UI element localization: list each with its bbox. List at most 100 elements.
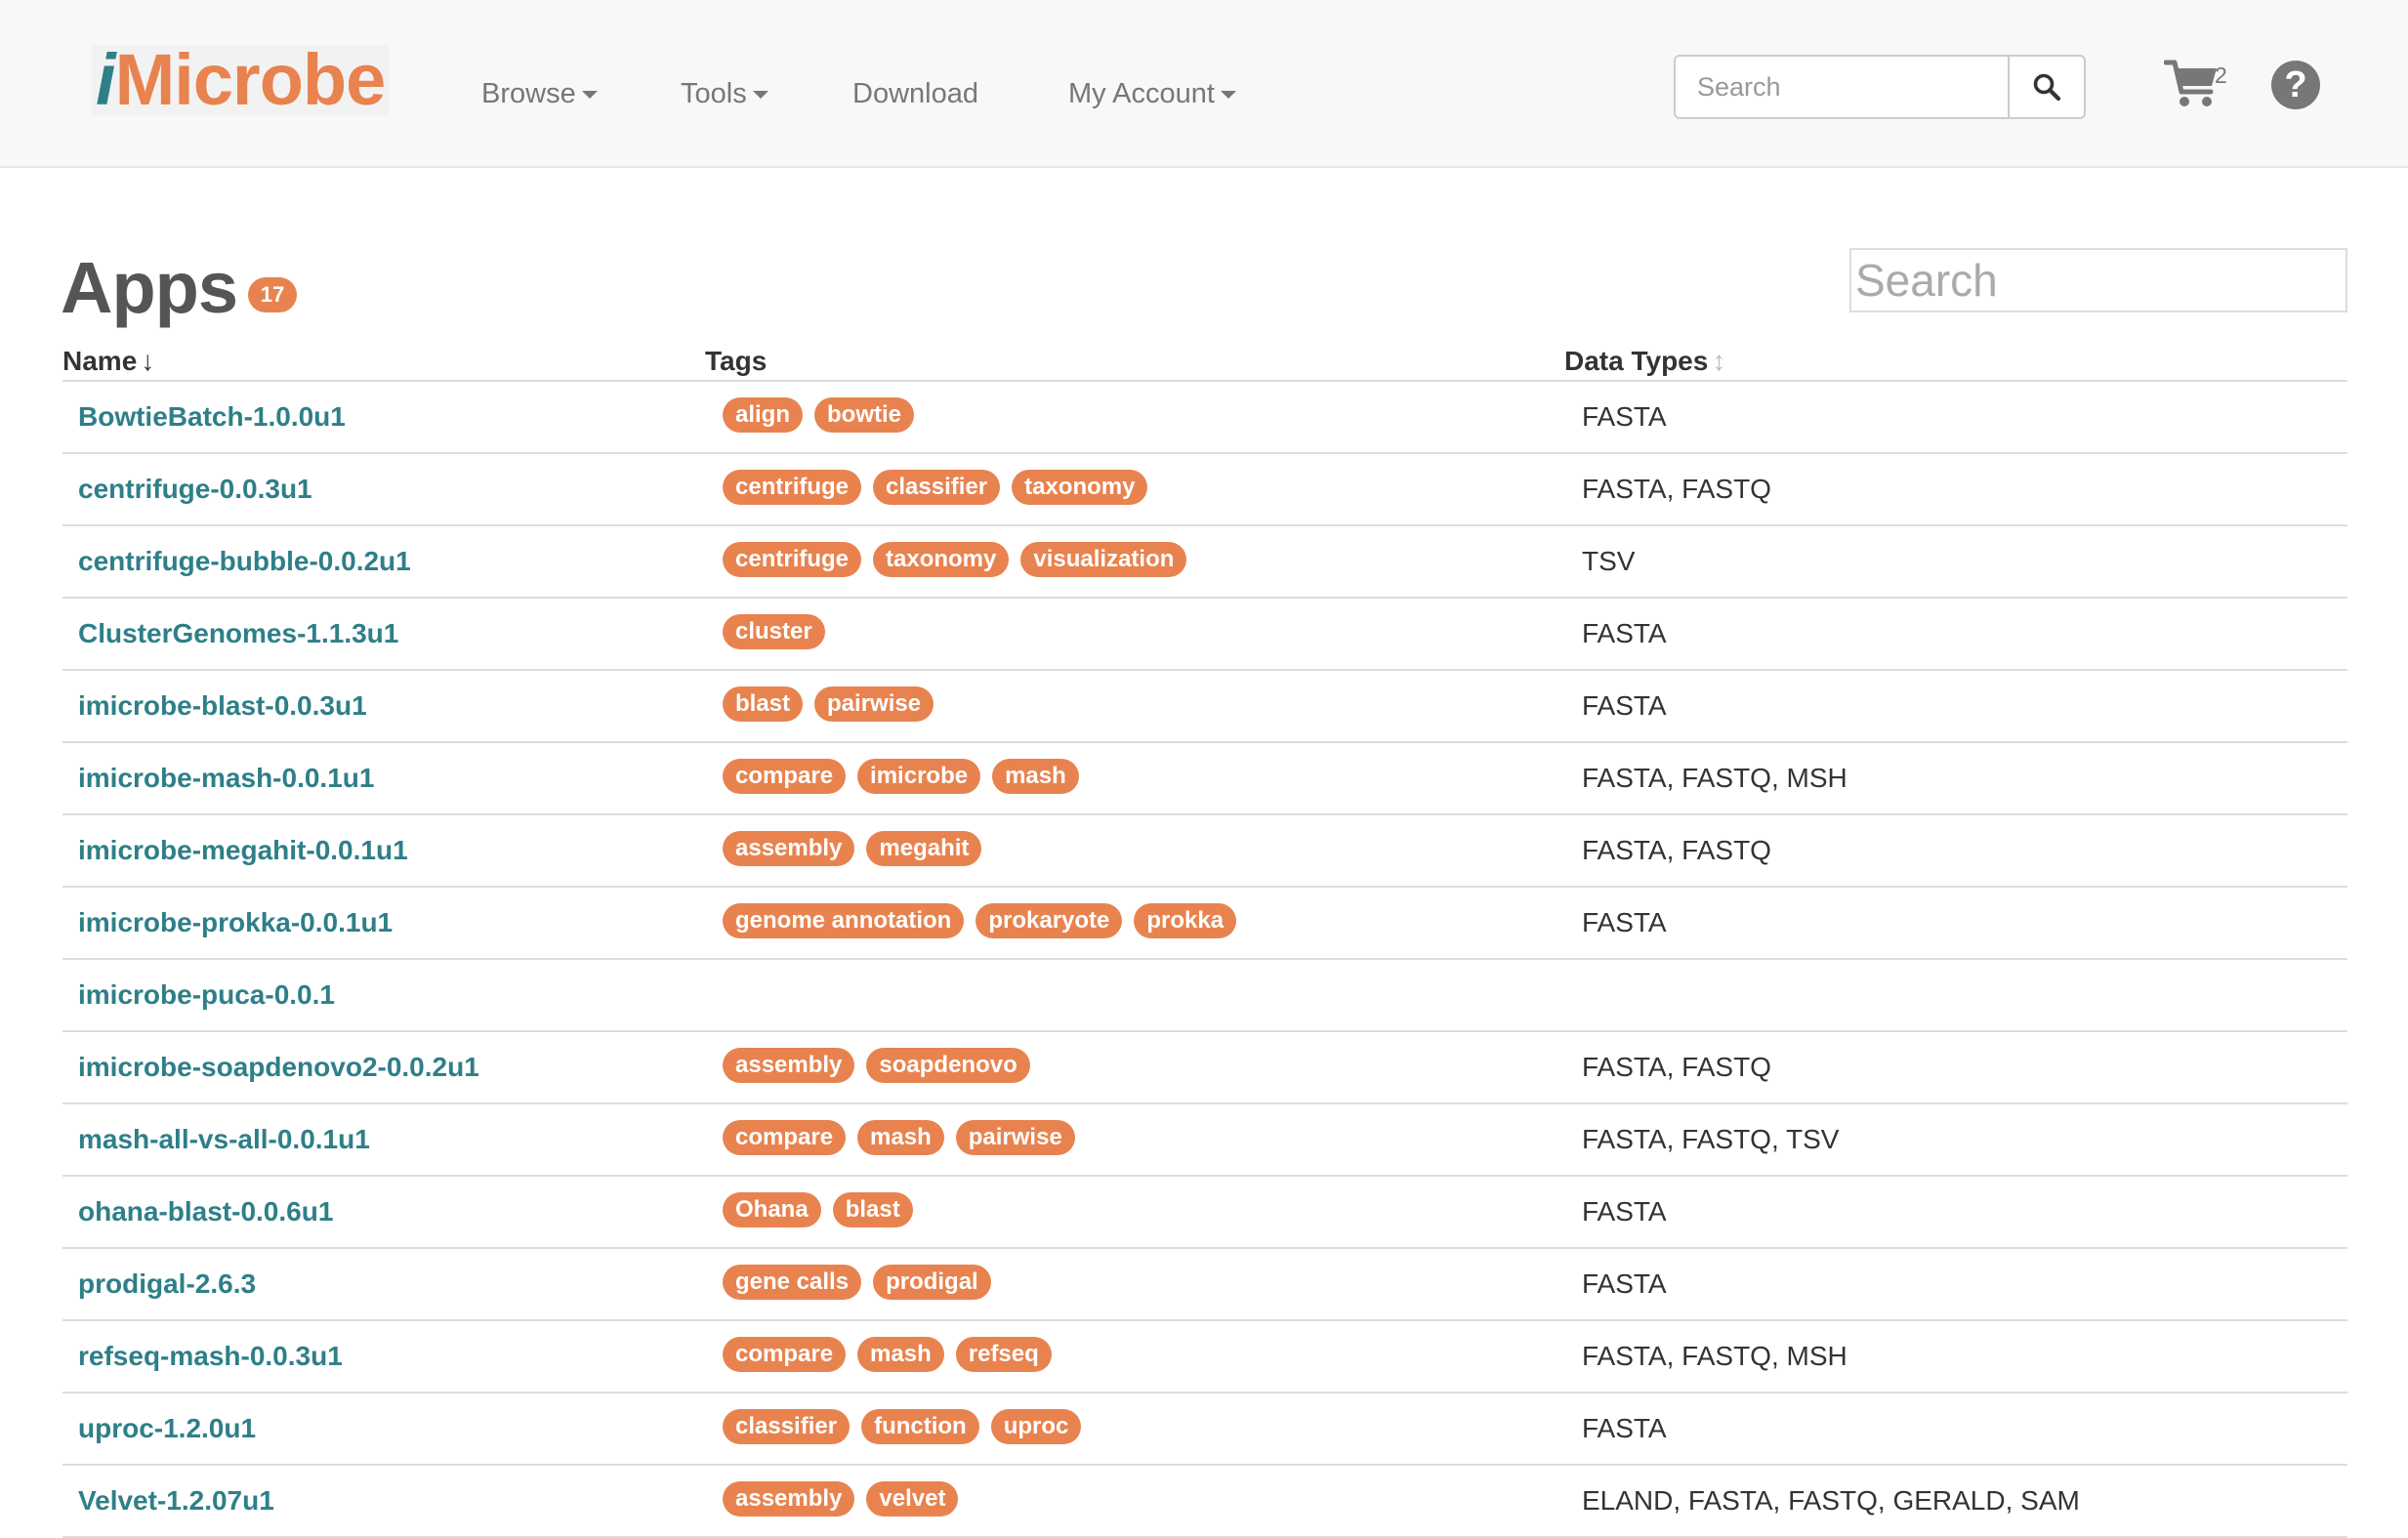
- tag-badge[interactable]: assembly: [723, 831, 855, 866]
- tag-badge[interactable]: Ohana: [723, 1192, 821, 1227]
- logo-text: Microbe: [114, 39, 387, 120]
- caret-down-icon: [1220, 91, 1236, 100]
- tag-badge[interactable]: uproc: [990, 1409, 1082, 1444]
- table-row: imicrobe-soapdenovo2-0.0.2u1 assembly soap…: [62, 1032, 2347, 1104]
- app-data-types: FASTA: [1582, 401, 1667, 432]
- app-data-types: FASTA: [1582, 690, 1667, 721]
- help-icon[interactable]: ?: [2271, 61, 2320, 109]
- tag-badge[interactable]: mash: [857, 1337, 944, 1372]
- navbar-search-input[interactable]: [1674, 55, 2010, 119]
- tag-badge[interactable]: mash: [857, 1120, 944, 1155]
- navbar-search-button[interactable]: [2008, 55, 2086, 119]
- table-row: Velvet-1.2.07u1 assembly velvet ELAND, FAST…: [62, 1466, 2347, 1538]
- app-name-link[interactable]: imicrobe-prokka-0.0.1u1: [78, 907, 393, 938]
- tag-badge[interactable]: gene calls: [723, 1265, 862, 1300]
- search-icon: [2033, 73, 2061, 102]
- tag-badge[interactable]: assembly: [723, 1048, 855, 1083]
- app-name-link[interactable]: ClusterGenomes-1.1.3u1: [78, 618, 398, 649]
- app-name-link[interactable]: imicrobe-megahit-0.0.1u1: [78, 835, 408, 866]
- table-row: ohana-blast-0.0.6u1 Ohana blast FASTA: [62, 1177, 2347, 1249]
- app-name-link[interactable]: ohana-blast-0.0.6u1: [78, 1196, 333, 1227]
- tag-badge[interactable]: pairwise: [955, 1120, 1075, 1155]
- tag-badge[interactable]: assembly: [723, 1481, 855, 1517]
- nav-download-label: Download: [852, 78, 978, 109]
- app-data-types: FASTA: [1582, 618, 1667, 648]
- app-data-types: FASTA, FASTQ: [1582, 1052, 1771, 1082]
- app-name-link[interactable]: imicrobe-soapdenovo2-0.0.2u1: [78, 1052, 479, 1083]
- app-name-link[interactable]: imicrobe-puca-0.0.1: [78, 979, 335, 1011]
- nav-tools-label: Tools: [681, 78, 747, 109]
- tag-badge[interactable]: prodigal: [873, 1265, 991, 1300]
- tag-badge[interactable]: taxonomy: [873, 542, 1010, 577]
- apps-count-badge: 17: [248, 277, 297, 312]
- app-name-link[interactable]: Velvet-1.2.07u1: [78, 1485, 274, 1517]
- nav-browse-dropdown[interactable]: Browse: [481, 74, 598, 113]
- app-name-link[interactable]: BowtieBatch-1.0.0u1: [78, 401, 346, 433]
- table-row: imicrobe-prokka-0.0.1u1 genome annotation…: [62, 888, 2347, 960]
- apps-table-body: BowtieBatch-1.0.0u1 align bowtie FASTA centr…: [62, 382, 2347, 1538]
- app-tags: classifier function uproc: [723, 1409, 1082, 1444]
- tag-badge[interactable]: prokka: [1134, 903, 1237, 938]
- nav-my-account-dropdown[interactable]: My Account: [1068, 74, 1236, 113]
- nav-tools-dropdown[interactable]: Tools: [681, 74, 768, 113]
- app-tags: assembly soapdenovo: [723, 1048, 1030, 1083]
- tag-badge[interactable]: pairwise: [814, 686, 934, 722]
- sort-descending-icon: ↓: [141, 346, 155, 376]
- app-data-types: FASTA: [1582, 907, 1667, 937]
- app-name-link[interactable]: centrifuge-bubble-0.0.2u1: [78, 546, 411, 577]
- tag-badge[interactable]: genome annotation: [723, 903, 965, 938]
- tag-badge[interactable]: imicrobe: [857, 759, 981, 794]
- table-row: mash-all-vs-all-0.0.1u1 compare mash pairwi…: [62, 1104, 2347, 1177]
- tag-badge[interactable]: cluster: [723, 614, 825, 649]
- tag-badge[interactable]: align: [723, 397, 804, 433]
- tag-badge[interactable]: centrifuge: [723, 470, 862, 505]
- app-tags: assembly velvet: [723, 1481, 959, 1517]
- tag-badge[interactable]: compare: [723, 1337, 847, 1372]
- column-header-tags-label: Tags: [705, 346, 768, 376]
- tag-badge[interactable]: soapdenovo: [866, 1048, 1030, 1083]
- app-data-types: ELAND, FASTA, FASTQ, GERALD, SAM: [1582, 1485, 2080, 1516]
- app-name-link[interactable]: refseq-mash-0.0.3u1: [78, 1341, 343, 1372]
- nav-my-account-label: My Account: [1068, 78, 1215, 109]
- tag-badge[interactable]: blast: [723, 686, 804, 722]
- app-tags: gene calls prodigal: [723, 1265, 991, 1300]
- tag-badge[interactable]: compare: [723, 1120, 847, 1155]
- table-row: prodigal-2.6.3 gene calls prodigal FASTA: [62, 1249, 2347, 1321]
- tag-badge[interactable]: centrifuge: [723, 542, 862, 577]
- app-tags: centrifuge taxonomy visualization: [723, 542, 1187, 577]
- tag-badge[interactable]: visualization: [1020, 542, 1187, 577]
- column-header-name-label: Name: [62, 346, 138, 376]
- table-row: imicrobe-puca-0.0.1: [62, 960, 2347, 1032]
- app-data-types: FASTA: [1582, 1196, 1667, 1226]
- app-name-link[interactable]: mash-all-vs-all-0.0.1u1: [78, 1124, 370, 1155]
- app-data-types: FASTA: [1582, 1413, 1667, 1443]
- app-tags: compare mash refseq: [723, 1337, 1052, 1372]
- tag-badge[interactable]: bowtie: [814, 397, 915, 433]
- tag-badge[interactable]: classifier: [723, 1409, 851, 1444]
- app-name-link[interactable]: centrifuge-0.0.3u1: [78, 474, 312, 505]
- tag-badge[interactable]: prokaryote: [976, 903, 1123, 938]
- imicrobe-logo[interactable]: iMicrobe: [92, 44, 390, 116]
- app-name-link[interactable]: prodigal-2.6.3: [78, 1268, 256, 1300]
- table-row: uproc-1.2.0u1 classifier function uproc FAST…: [62, 1393, 2347, 1466]
- tag-badge[interactable]: mash: [992, 759, 1079, 794]
- tag-badge[interactable]: classifier: [873, 470, 1001, 505]
- tag-badge[interactable]: function: [861, 1409, 979, 1444]
- tag-badge[interactable]: velvet: [866, 1481, 959, 1517]
- nav-download-link[interactable]: Download: [852, 74, 978, 113]
- column-header-name[interactable]: Name ↓: [62, 346, 154, 377]
- tag-badge[interactable]: megahit: [866, 831, 982, 866]
- caret-down-icon: [581, 91, 598, 100]
- apps-search-input[interactable]: [1849, 248, 2347, 312]
- app-name-link[interactable]: imicrobe-blast-0.0.3u1: [78, 690, 367, 722]
- tag-badge[interactable]: taxonomy: [1012, 470, 1148, 505]
- tag-badge[interactable]: blast: [832, 1192, 913, 1227]
- tag-badge[interactable]: refseq: [955, 1337, 1052, 1372]
- app-name-link[interactable]: uproc-1.2.0u1: [78, 1413, 256, 1444]
- table-row: centrifuge-bubble-0.0.2u1 centrifuge taxon…: [62, 526, 2347, 599]
- column-header-data-types[interactable]: Data Types ↕: [1564, 346, 1725, 377]
- app-name-link[interactable]: imicrobe-mash-0.0.1u1: [78, 763, 374, 794]
- cart-icon: [2163, 60, 2217, 106]
- tag-badge[interactable]: compare: [723, 759, 847, 794]
- app-tags: centrifuge classifier taxonomy: [723, 470, 1148, 505]
